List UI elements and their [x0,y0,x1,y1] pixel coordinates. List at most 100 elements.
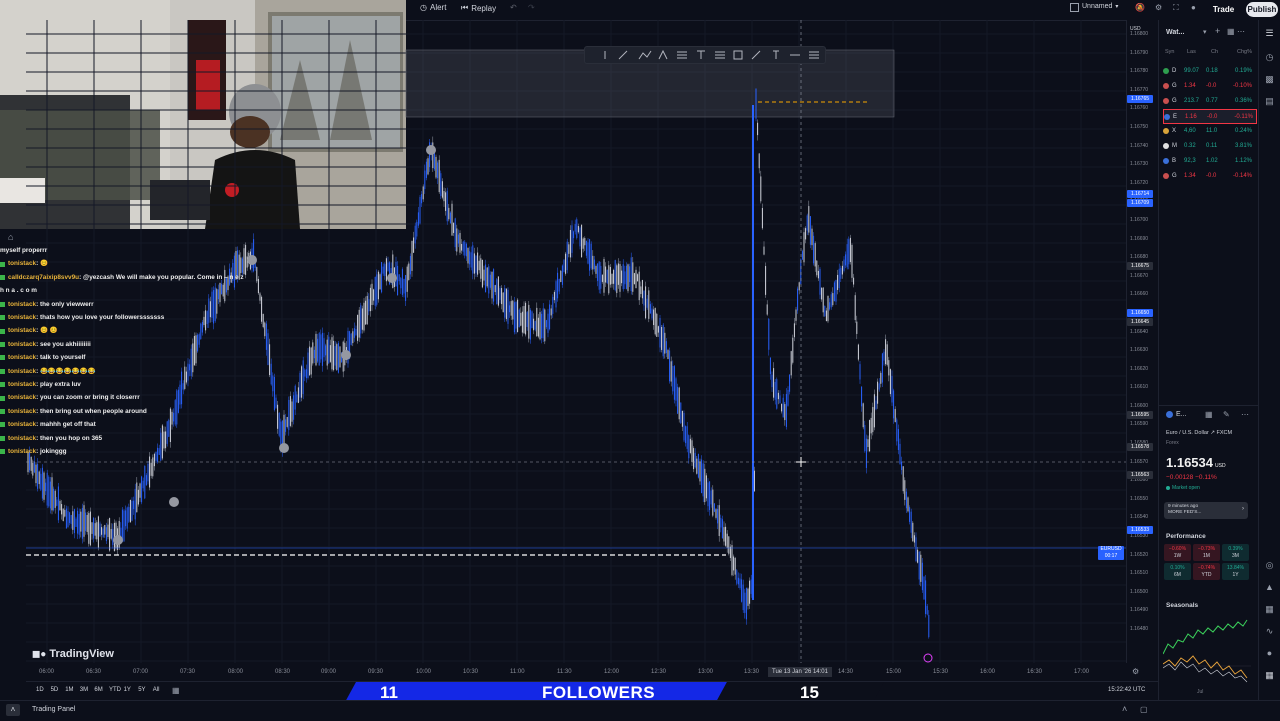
candle-body [725,526,727,546]
range-button[interactable]: All [153,687,160,693]
news-card[interactable]: 9 minutes ago MORE FED'S... › [1164,502,1248,519]
candle-body [491,271,493,299]
candle-body [741,579,743,602]
settings-icon[interactable]: ⚙ [1132,667,1139,676]
watchlist-last: 0.32⁠ [1184,143,1196,149]
trade-button[interactable]: Trade [1207,2,1240,17]
news-icon[interactable]: ▤ [1264,96,1275,107]
trading-panel-tab[interactable]: Trading Panel [32,706,75,713]
layout-name-button[interactable]: Unnamed ▾ [1082,3,1118,10]
price-axis[interactable]: USD 1.16800 1.16790 1.16780 1.16770 1.16760 1… [1126,20,1159,663]
chat-icon[interactable]: ▩ [1264,74,1275,85]
calendar-range-icon[interactable]: ▦ [172,686,180,695]
collapse-panel-button[interactable]: ˄ [6,704,20,716]
candle-body [150,462,152,476]
candle-body [365,300,367,325]
news-title: MORE FED'S... [1168,510,1202,515]
watchlist-title[interactable]: Wat... [1166,29,1184,36]
range-button[interactable]: 3M [80,687,88,693]
price-tag: 1.16578 [1127,442,1153,451]
range-button[interactable]: 5Y [138,687,145,693]
alert-button[interactable]: ◷ Alert [420,3,446,12]
watchlist-icon[interactable]: ☰ [1264,28,1275,39]
pulse-icon[interactable]: ∿ [1264,626,1275,637]
candle-body [557,272,559,299]
snapshot-button[interactable]: ● [1191,3,1196,12]
market-status-text: Market open [1172,485,1200,491]
more-icon[interactable]: ⋯ [1237,27,1245,36]
grid-icon[interactable]: ▦ [1205,410,1213,419]
time-axis-label: 16:30 [1027,669,1043,675]
alert-clock-icon[interactable]: ◷ [1264,52,1275,63]
watchlist-column-header[interactable]: Las [1187,49,1196,55]
more-icon[interactable]: ⋯ [1241,410,1249,419]
candle-body [832,293,834,306]
layout-checkbox[interactable] [1070,3,1079,12]
range-button[interactable]: YTD [109,687,121,693]
chat-text: : 😊 [36,260,48,268]
utc-clock[interactable]: 15:22:42 UTC [1108,687,1145,693]
time-axis[interactable]: 06:00 06:30 07:00 07:30 08:00 08:30 09:00 09:30… [26,663,1158,681]
candle-body [867,439,869,448]
range-button[interactable]: 5D [51,687,59,693]
watchlist-row[interactable]: G 1.34⁠ -0.0 -0.10% [1163,79,1255,92]
add-symbol-button[interactable]: + [1215,26,1220,36]
watchlist-change: 0.11 [1206,143,1218,149]
range-button[interactable]: 1M [65,687,73,693]
maximize-icon[interactable]: ▢ [1140,705,1148,714]
redo-button[interactable]: ↷ [528,3,535,12]
watchlist-last: 4,60⁠ [1184,127,1196,134]
candle-body [685,426,687,444]
watchlist-row[interactable]: E 1.16⁠ -0.0 -0.11% [1163,109,1257,125]
pivot-point[interactable] [113,535,123,545]
pivot-point[interactable] [387,273,397,283]
publish-button[interactable]: Publish [1246,2,1278,17]
help-icon[interactable]: ● [1264,648,1275,659]
target-icon[interactable]: ◎ [1264,560,1275,571]
pivot-point[interactable] [169,497,179,507]
watchlist-column-header[interactable]: Chg% [1237,49,1252,55]
watchlist-column-header[interactable]: Syn [1165,49,1174,55]
bell-button[interactable]: 🔕 [1135,3,1145,12]
replay-button[interactable]: ⏮ Replay [461,3,496,13]
range-button[interactable]: 1Y [124,687,131,693]
fullscreen-button[interactable]: ⛶ [1173,3,1179,13]
range-button[interactable]: 1D [36,687,44,693]
settings-button[interactable]: ⚙ [1155,3,1162,12]
candle-body [582,238,584,249]
candle-body [816,260,818,276]
grid-apps-icon[interactable]: ▦ [1264,670,1275,681]
watchlist-row[interactable]: G 1.34⁠ -0.0 -0.14% [1163,170,1255,183]
watchlist-row[interactable]: G 213.7 0.77 0.36% [1163,94,1255,107]
candle-body [667,350,669,360]
candle-body [595,266,597,274]
price-tag: 1.16650 [1127,308,1153,317]
undo-button[interactable]: ↶ [510,3,517,12]
edit-icon[interactable]: ✎ [1223,410,1230,419]
pivot-point[interactable] [341,350,351,360]
watchlist-row[interactable]: M 0.32⁠ 0.11 3.81% [1163,140,1255,153]
candle-body [749,580,751,604]
symbol-price-tag: EURUSD 00:17 [1098,546,1124,560]
candle-body [813,235,815,264]
ideas-icon[interactable]: ▲ [1264,582,1275,593]
candle-body [123,510,125,542]
pivot-point[interactable] [426,145,436,155]
candle-body [569,229,571,258]
details-currency: USD [1215,463,1226,469]
calendar-icon[interactable]: ▦ [1264,604,1275,615]
candle-body [361,308,363,330]
home-icon[interactable]: ⌂ [8,232,18,242]
watchlist-row[interactable]: X 4,60⁠ 11.0 0.24% [1163,124,1255,137]
watchlist-column-header[interactable]: Ch [1211,49,1218,55]
chevron-down-icon[interactable]: ▾ [1203,28,1207,36]
price-axis-label: 1.16760 [1130,105,1149,112]
candle-body [720,517,722,528]
chevron-up-icon[interactable]: ˄ [1122,704,1127,714]
time-axis-label: 08:00 [228,669,244,675]
layout-icon[interactable]: ▦ [1227,27,1235,36]
range-button[interactable]: 6M [94,687,102,693]
details-symbol[interactable]: E... [1176,411,1187,418]
watchlist-row[interactable]: B 92,3⁠ 1.02 1.12% [1163,155,1255,168]
watchlist-row[interactable]: D 99.07 0.18 0.19% [1163,64,1255,77]
